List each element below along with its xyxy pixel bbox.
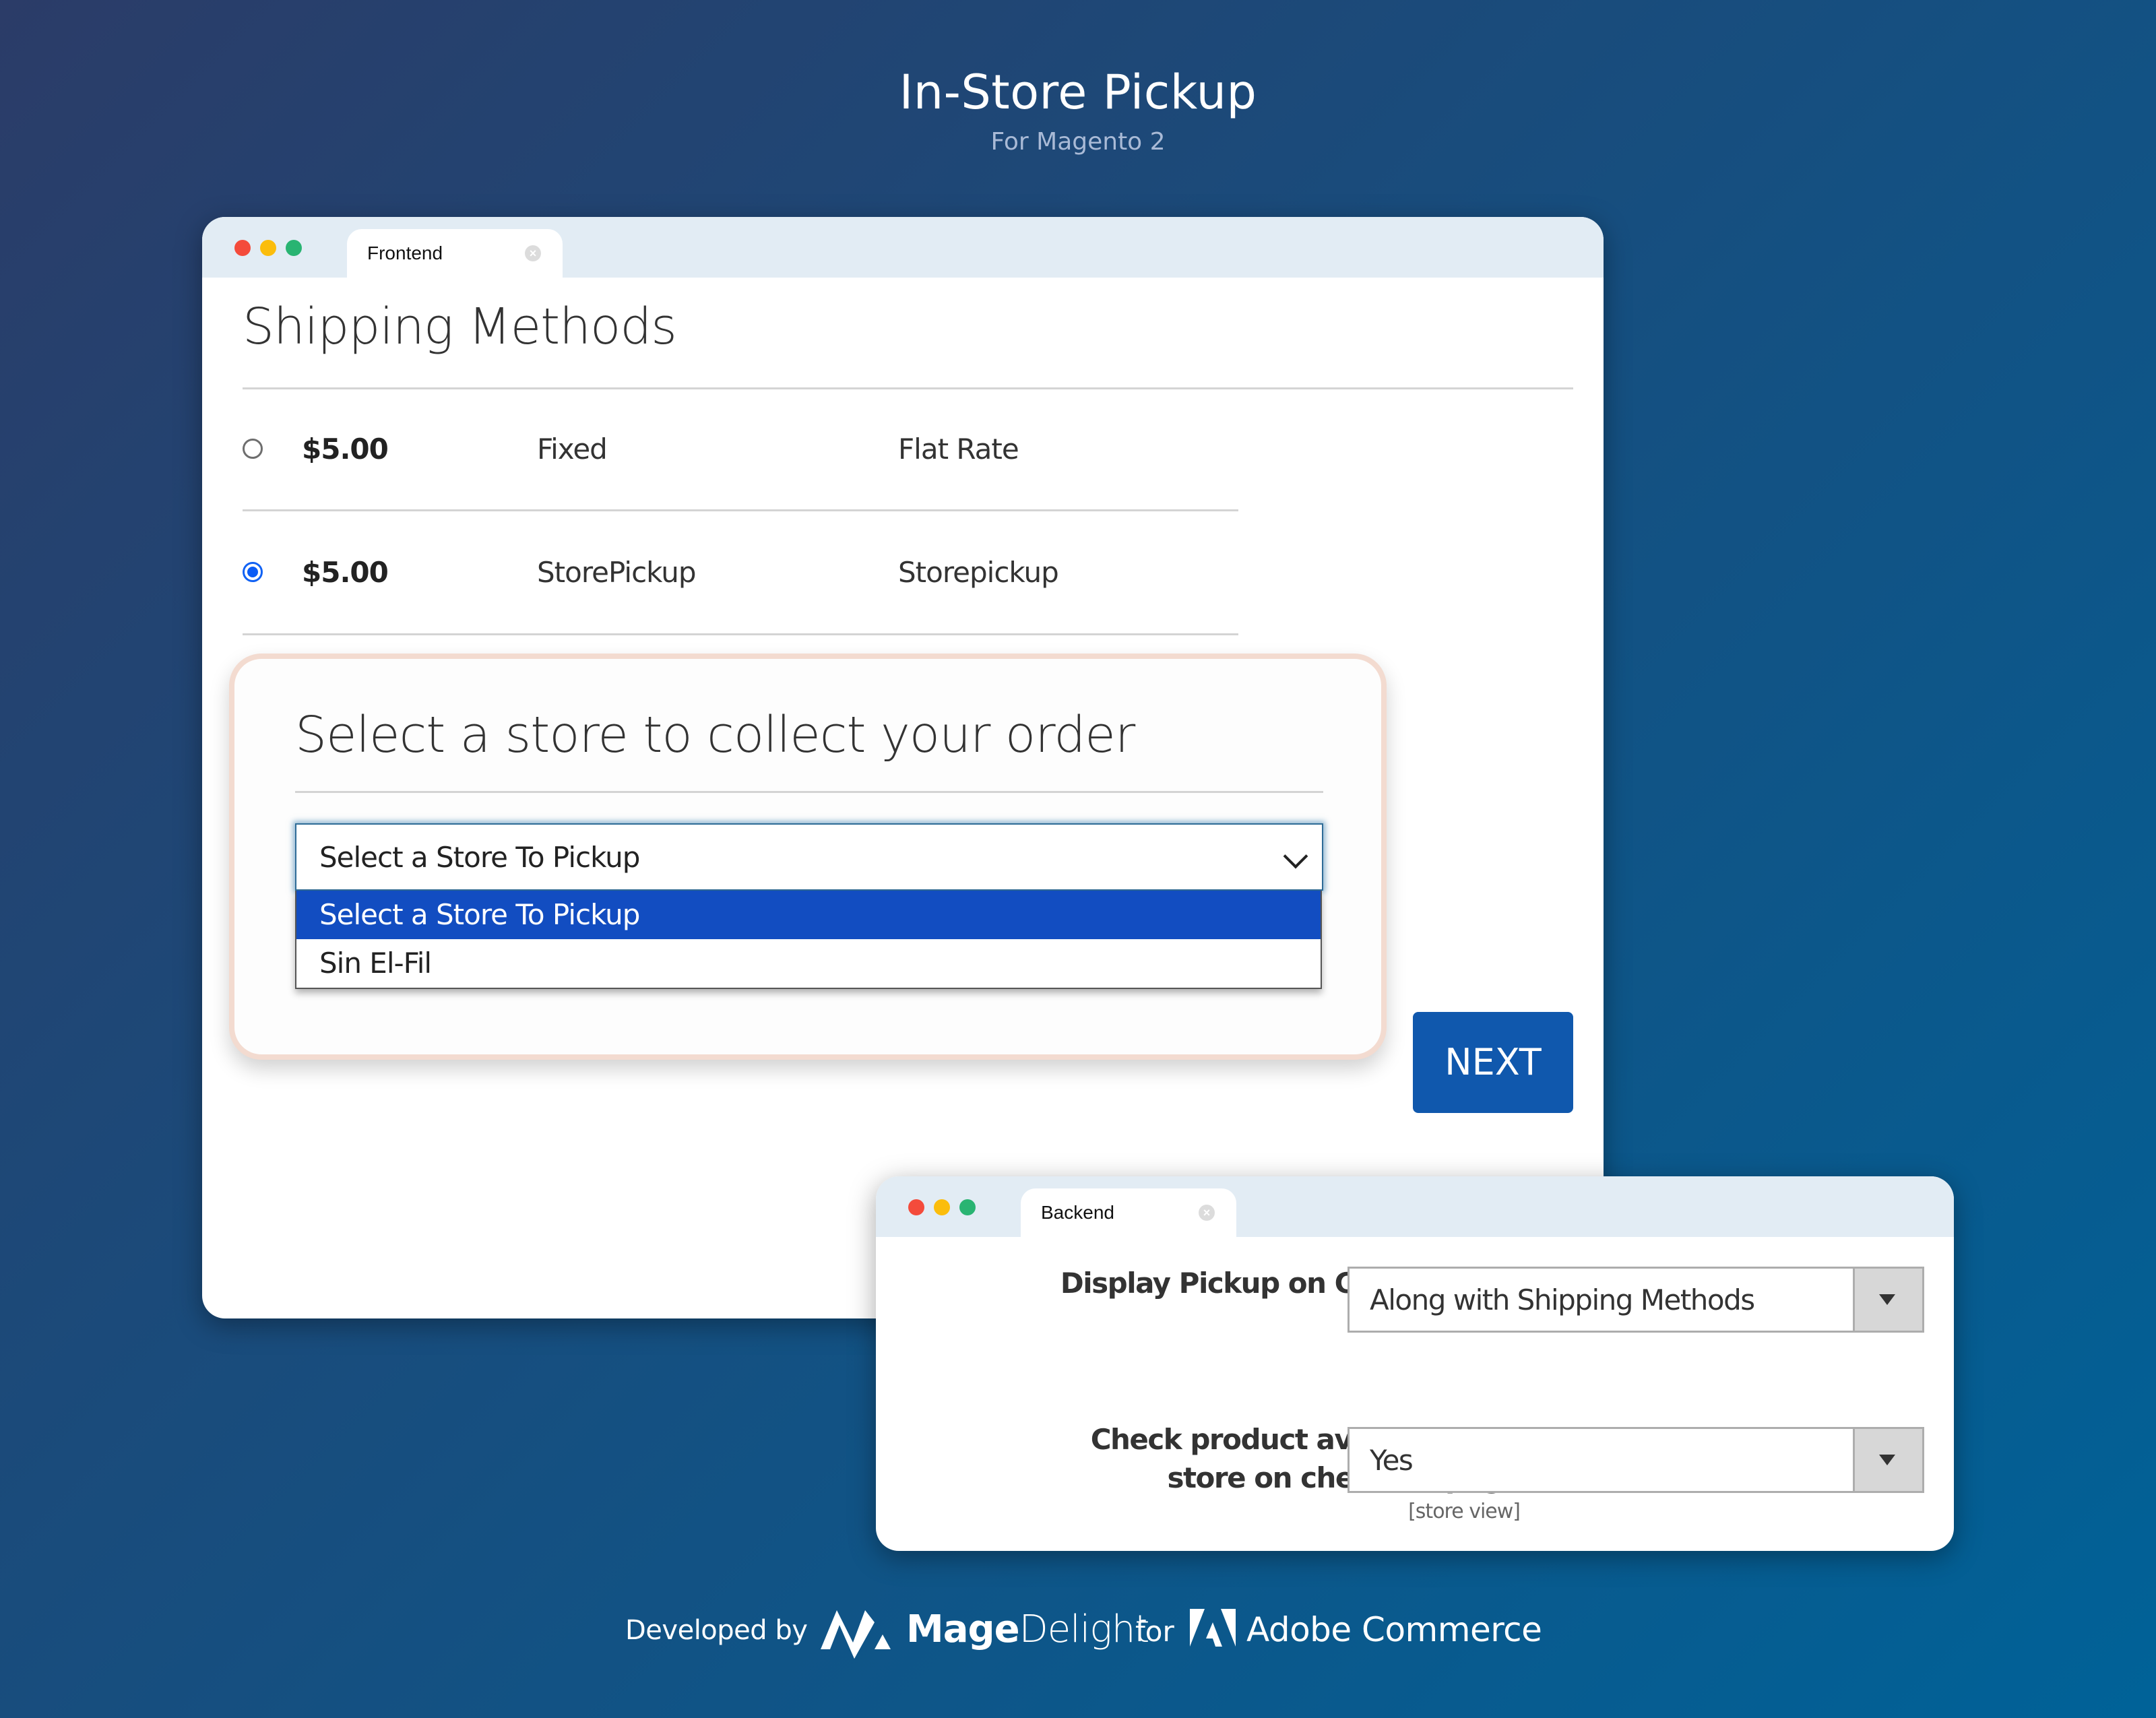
divider (243, 633, 1238, 635)
adobe-logo-icon (1190, 1609, 1236, 1647)
browser-chrome: Frontend × (202, 217, 1604, 278)
caret-down-icon (1879, 1455, 1895, 1465)
browser-chrome: Backend × (876, 1176, 1954, 1237)
close-window-dot-icon[interactable] (908, 1199, 924, 1215)
maximize-window-dot-icon[interactable] (286, 240, 302, 256)
close-tab-icon[interactable]: × (525, 245, 541, 261)
select-arrow-button[interactable] (1853, 1269, 1922, 1331)
shipping-carrier: Flat Rate (898, 433, 1019, 466)
store-select[interactable]: Select a Store To Pickup (295, 823, 1323, 891)
magedelight-logo-icon (821, 1610, 891, 1659)
select-arrow-button[interactable] (1853, 1429, 1922, 1491)
store-panel-title: Select a store to collect your order (295, 706, 1135, 764)
tab-backend[interactable]: Backend × (1021, 1188, 1236, 1237)
maximize-window-dot-icon[interactable] (959, 1199, 976, 1215)
check-availability-select[interactable]: Yes (1348, 1427, 1924, 1493)
store-selection-panel: Select a store to collect your order Sel… (229, 654, 1387, 1060)
minimize-window-dot-icon[interactable] (934, 1199, 950, 1215)
divider (295, 791, 1323, 793)
shipping-method-name: StorePickup (537, 556, 696, 589)
chevron-down-icon (1283, 844, 1308, 869)
shipping-carrier: Storepickup (898, 556, 1059, 589)
page-title: In-Store Pickup (899, 65, 1257, 120)
radio-button[interactable] (243, 439, 263, 459)
tab-label: Backend (1041, 1202, 1114, 1223)
adobe-commerce-text: Adobe Commerce (1246, 1610, 1542, 1649)
display-pickup-select[interactable]: Along with Shipping Methods (1348, 1267, 1924, 1333)
select-value: Along with Shipping Methods (1370, 1283, 1755, 1316)
shipping-methods-title: Shipping Methods (243, 298, 677, 356)
next-button[interactable]: NEXT (1413, 1012, 1573, 1113)
radio-button-selected[interactable] (243, 562, 263, 582)
magedelight-brand: MageDelight (906, 1608, 1149, 1651)
tab-label: Frontend (367, 243, 443, 263)
store-select-value: Select a Store To Pickup (319, 841, 640, 874)
developed-by-text: Developed by (625, 1615, 808, 1646)
shipping-method-row[interactable]: $5.00 Fixed Flat Rate (243, 419, 1238, 480)
for-text: for (1135, 1615, 1174, 1648)
close-tab-icon[interactable]: × (1199, 1205, 1215, 1221)
frontend-window: Frontend × Shipping Methods $5.00 Fixed … (202, 217, 1604, 1318)
dropdown-option[interactable]: Sin El-Fil (296, 939, 1321, 988)
dropdown-option[interactable]: Select a Store To Pickup (296, 891, 1321, 939)
brand-bold: Mage (906, 1608, 1020, 1651)
close-window-dot-icon[interactable] (234, 240, 251, 256)
shipping-price: $5.00 (302, 433, 389, 466)
divider (243, 509, 1238, 511)
shipping-price: $5.00 (302, 556, 389, 589)
field-scope: [store view] (1408, 1500, 1521, 1523)
caret-down-icon (1879, 1294, 1895, 1305)
shipping-method-name: Fixed (537, 433, 608, 466)
page-subtitle: For Magento 2 (990, 128, 1166, 156)
brand-light: Delight (1019, 1608, 1150, 1651)
select-value: Yes (1370, 1444, 1414, 1477)
backend-window: Backend × Display Pickup on Checkout As … (876, 1176, 1954, 1551)
tab-frontend[interactable]: Frontend × (347, 229, 563, 278)
store-dropdown-list: Select a Store To Pickup Sin El-Fil (295, 891, 1322, 989)
shipping-method-row[interactable]: $5.00 StorePickup Storepickup (243, 542, 1238, 603)
divider (243, 387, 1573, 389)
footer: Developed by MageDelight for Adobe Comme… (0, 1603, 2156, 1659)
minimize-window-dot-icon[interactable] (260, 240, 276, 256)
